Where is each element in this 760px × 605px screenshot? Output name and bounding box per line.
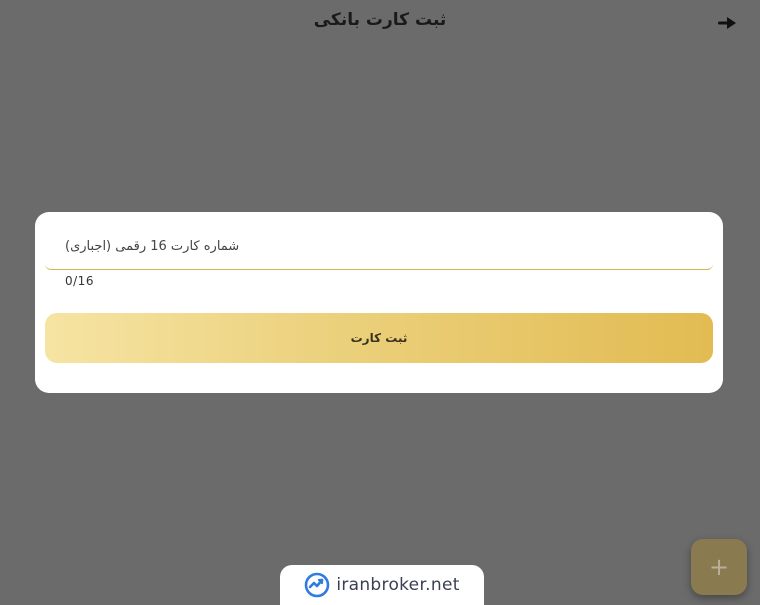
brand-badge[interactable]: iranbroker.net <box>280 565 484 605</box>
brand-text: iranbroker.net <box>336 575 460 595</box>
character-counter: 0/16 <box>65 274 94 288</box>
add-card-dialog: 0/16 ثبت کارت <box>35 212 723 393</box>
iranbroker-logo-icon <box>304 572 330 598</box>
back-button[interactable] <box>716 14 738 32</box>
plus-icon: + <box>708 553 730 581</box>
card-number-field[interactable] <box>45 222 713 270</box>
card-number-input[interactable] <box>45 222 713 269</box>
app-header: ثبت کارت بانکی <box>0 0 760 46</box>
page-title: ثبت کارت بانکی <box>313 10 447 30</box>
add-fab-button[interactable]: + <box>691 539 747 595</box>
submit-card-button[interactable]: ثبت کارت <box>45 313 713 363</box>
arrow-right-icon <box>716 14 738 32</box>
